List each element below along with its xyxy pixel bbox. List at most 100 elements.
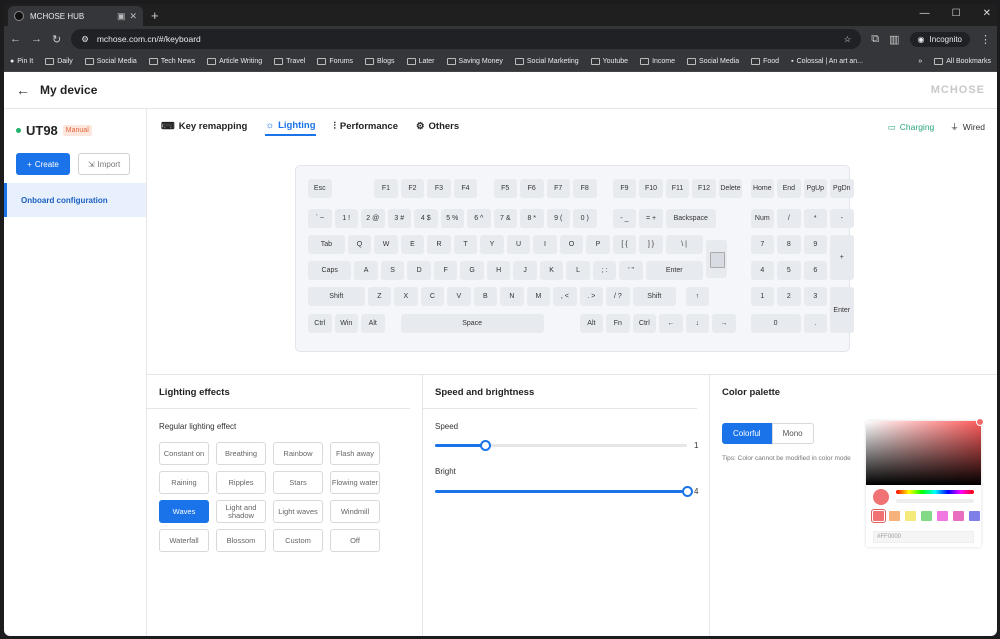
- key-f3[interactable]: F3: [427, 179, 451, 198]
- key-t[interactable]: T: [453, 235, 478, 254]
- effect-stars[interactable]: Stars: [273, 471, 323, 494]
- effect-blossom[interactable]: Blossom: [216, 529, 266, 552]
- key-lalt[interactable]: Alt: [361, 314, 385, 333]
- sidepanel-icon[interactable]: ▥: [889, 33, 899, 46]
- key-minus[interactable]: - _: [612, 209, 637, 228]
- key-caps[interactable]: Caps: [308, 261, 352, 280]
- color-swatch[interactable]: [937, 511, 948, 521]
- create-button[interactable]: + Create: [16, 153, 70, 175]
- key-rbr[interactable]: ] }: [639, 235, 663, 254]
- colorful-button[interactable]: Colorful: [722, 423, 772, 444]
- key-z[interactable]: Z: [367, 287, 392, 306]
- tab-others[interactable]: ⚙ Others: [416, 120, 459, 136]
- brightness-slider-handle[interactable]: [681, 486, 693, 497]
- key-bksp[interactable]: Backspace: [665, 209, 716, 228]
- browser-tab[interactable]: MCHOSE HUB ▣ ✕: [8, 6, 143, 26]
- key-k1[interactable]: 1 !: [334, 209, 358, 228]
- key-j[interactable]: J: [513, 261, 537, 280]
- speed-slider-handle[interactable]: [479, 440, 491, 451]
- forward-icon[interactable]: →: [31, 33, 42, 45]
- effect-ripples[interactable]: Ripples: [216, 471, 266, 494]
- key-n5[interactable]: 5: [777, 261, 801, 280]
- key-num[interactable]: Num: [750, 209, 775, 228]
- tab-lighting[interactable]: ☼ Lighting: [265, 120, 316, 136]
- key-nsub[interactable]: -: [830, 209, 854, 228]
- key-lctrl[interactable]: Ctrl: [308, 314, 332, 333]
- import-button[interactable]: ⇲ Import: [78, 153, 130, 175]
- effect-windmill[interactable]: Windmill: [330, 500, 380, 523]
- hue-slider[interactable]: [896, 490, 974, 494]
- key-f4[interactable]: F4: [453, 179, 478, 198]
- key-n2[interactable]: 2: [777, 287, 801, 306]
- key-f11[interactable]: F11: [665, 179, 690, 198]
- tab-close-icon[interactable]: ✕: [129, 11, 137, 22]
- key-l[interactable]: L: [566, 261, 590, 280]
- site-info-icon[interactable]: ⚙: [81, 34, 89, 45]
- effect-custom[interactable]: Custom: [273, 529, 323, 552]
- incognito-badge[interactable]: ◉ Incognito: [909, 31, 970, 47]
- saturation-area[interactable]: [866, 418, 984, 485]
- key-rshift[interactable]: Shift: [632, 287, 676, 306]
- key-o[interactable]: O: [559, 235, 584, 254]
- tab-performance[interactable]: ⫶ Performance: [334, 120, 398, 136]
- key-right[interactable]: →: [712, 314, 736, 333]
- key-n6[interactable]: 6: [803, 261, 828, 280]
- key-down[interactable]: ↓: [685, 314, 710, 333]
- key-k[interactable]: K: [539, 261, 564, 280]
- key-w[interactable]: W: [374, 235, 398, 254]
- key-up[interactable]: ↑: [685, 287, 710, 306]
- cast-icon[interactable]: ⧉: [871, 33, 879, 46]
- key-nadd[interactable]: +: [830, 235, 854, 280]
- key-f10[interactable]: F10: [639, 179, 663, 198]
- key-n7[interactable]: 7: [750, 235, 775, 254]
- key-i[interactable]: I: [533, 235, 557, 254]
- bookmark-item[interactable]: Tech News: [148, 58, 195, 65]
- key-n9[interactable]: 9: [803, 235, 828, 254]
- key-k0[interactable]: 0 ): [573, 209, 597, 228]
- key-f9[interactable]: F9: [612, 179, 637, 198]
- key-k8[interactable]: 8 *: [520, 209, 544, 228]
- sidebar-item-onboard-configuration[interactable]: Onboard configuration: [4, 183, 146, 217]
- key-f5[interactable]: F5: [493, 179, 517, 198]
- more-bookmarks-icon[interactable]: »: [918, 58, 922, 65]
- key-n1[interactable]: 1: [750, 287, 775, 306]
- key-f12[interactable]: F12: [692, 179, 716, 198]
- key-n3[interactable]: 3: [803, 287, 828, 306]
- key-ndot[interactable]: .: [803, 314, 828, 333]
- bookmark-item[interactable]: Daily: [45, 58, 73, 65]
- key-n[interactable]: N: [500, 287, 524, 306]
- new-tab-icon[interactable]: +: [151, 8, 159, 23]
- key-f6[interactable]: F6: [520, 179, 544, 198]
- key-comma[interactable]: , <: [553, 287, 577, 306]
- key-f7[interactable]: F7: [546, 179, 570, 198]
- key-q[interactable]: Q: [347, 235, 372, 254]
- key-n4[interactable]: 4: [750, 261, 775, 280]
- key-pgup[interactable]: PgUp: [803, 179, 828, 198]
- color-swatch[interactable]: [921, 511, 932, 521]
- tab-media-icon[interactable]: ▣: [117, 11, 126, 22]
- key-left[interactable]: ←: [659, 314, 683, 333]
- key-x[interactable]: X: [394, 287, 418, 306]
- key-p[interactable]: P: [586, 235, 610, 254]
- key-n8[interactable]: 8: [777, 235, 801, 254]
- key-v[interactable]: V: [447, 287, 471, 306]
- key-f[interactable]: F: [433, 261, 458, 280]
- color-swatch[interactable]: [889, 511, 900, 521]
- key-e[interactable]: E: [400, 235, 425, 254]
- menu-icon[interactable]: ⋮: [980, 33, 991, 46]
- bookmark-item[interactable]: ● Pin It: [10, 58, 33, 65]
- bookmark-item[interactable]: ▪ Colossal | An art an...: [791, 58, 863, 65]
- key-pgdn[interactable]: PgDn: [830, 179, 854, 198]
- key-b[interactable]: B: [473, 287, 498, 306]
- key-g[interactable]: G: [460, 261, 484, 280]
- key-equal[interactable]: = +: [639, 209, 663, 228]
- reload-icon[interactable]: ↻: [52, 33, 61, 46]
- key-del[interactable]: Delete: [718, 179, 743, 198]
- bookmark-item[interactable]: Food: [751, 58, 779, 65]
- key-win[interactable]: Win: [334, 314, 358, 333]
- key-u[interactable]: U: [506, 235, 531, 254]
- all-bookmarks[interactable]: All Bookmarks: [934, 58, 991, 65]
- key-k9[interactable]: 9 (: [546, 209, 570, 228]
- key-semi[interactable]: ; :: [592, 261, 617, 280]
- key-s[interactable]: S: [380, 261, 405, 280]
